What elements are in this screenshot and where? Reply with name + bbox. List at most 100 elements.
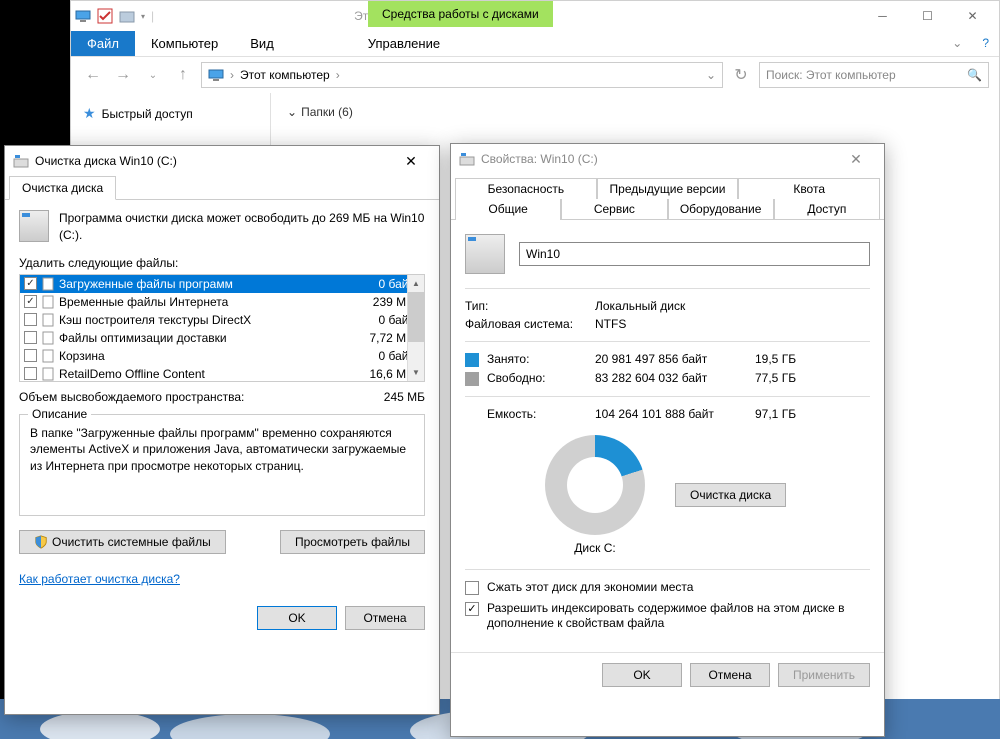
tab-security[interactable]: Безопасность [455,178,597,199]
ribbon-expand-icon[interactable]: ⌄ [942,31,972,56]
used-gb: 19,5 ГБ [755,352,870,367]
disk-cleanup-dialog: Очистка диска Win10 (C:) ✕ Очистка диска… [4,145,440,715]
dropdown-icon[interactable]: ▾ [141,12,145,21]
file-icon [41,331,55,345]
description-legend: Описание [28,407,91,421]
file-icon [41,367,55,381]
folders-header[interactable]: ⌄ Папки (6) [279,101,991,123]
tab-general[interactable]: Общие [455,199,561,219]
file-list-row[interactable]: Файлы оптимизации доставки7,72 МБ [20,329,424,347]
close-button[interactable]: ✕ [836,151,876,168]
tab-previous-versions[interactable]: Предыдущие версии [597,178,739,199]
scroll-thumb[interactable] [408,292,424,342]
minimize-button[interactable]: ─ [860,2,905,30]
drive-icon [465,234,505,274]
how-it-works-link[interactable]: Как работает очистка диска? [19,572,180,586]
apply-button[interactable]: Применить [778,663,870,687]
address-bar[interactable]: › Этот компьютер › ⌄ [201,62,723,88]
sidebar-item-quick-access[interactable]: ★ Быстрый доступ [75,101,266,126]
forward-button[interactable]: → [111,63,135,87]
delete-files-label: Удалить следующие файлы: [19,256,425,270]
tab-sharing[interactable]: Доступ [774,199,880,219]
drive-icon [13,153,29,169]
search-icon[interactable]: 🔍 [967,68,982,82]
file-name: Временные файлы Интернета [59,295,346,309]
address-crumb[interactable]: Этот компьютер [240,68,330,82]
description-group: Описание В папке "Загруженные файлы прог… [19,414,425,516]
drive-icon [459,151,475,167]
tab-tools[interactable]: Сервис [561,199,667,219]
cancel-button[interactable]: Отмена [345,606,425,630]
context-tab-label: Средства работы с дисками [368,1,553,27]
props-tabs: Безопасность Предыдущие версии Квота Общ… [451,174,884,220]
recent-dropdown[interactable]: ⌄ [141,63,165,87]
maximize-button[interactable]: ☐ [905,2,950,30]
folder-icon [119,8,135,24]
file-checkbox[interactable] [24,367,37,380]
file-list-row[interactable]: ✓Временные файлы Интернета239 МБ [20,293,424,311]
ribbon-tabs: Файл Компьютер Вид Управление ⌄ ? [71,31,999,57]
file-checkbox[interactable]: ✓ [24,295,37,308]
close-button[interactable]: ✕ [950,2,995,30]
capacity-gb: 97,1 ГБ [755,407,870,421]
used-color-swatch [465,353,479,367]
tab-view[interactable]: Вид [234,31,290,56]
scroll-up-button[interactable]: ▲ [408,275,424,292]
file-checkbox[interactable] [24,313,37,326]
explorer-titlebar: ▾ | Средства работы с дисками Этот компь… [71,1,999,31]
total-label: Объем высвобождаемого пространства: [19,390,384,404]
file-checkbox[interactable] [24,331,37,344]
index-label: Разрешить индексировать содержимое файло… [487,601,870,632]
tab-file[interactable]: Файл [71,31,135,56]
ok-button[interactable]: OK [257,606,337,630]
cleanup-titlebar[interactable]: Очистка диска Win10 (C:) ✕ [5,146,439,176]
scroll-down-button[interactable]: ▼ [408,364,424,381]
star-icon: ★ [83,105,96,122]
shield-icon [34,535,48,549]
file-list-row[interactable]: Корзина0 байт [20,347,424,365]
props-title: Свойства: Win10 (C:) [481,152,598,166]
sidebar-item-label: Быстрый доступ [102,107,193,121]
tab-hardware[interactable]: Оборудование [668,199,774,219]
volume-name-input[interactable] [519,242,870,266]
file-name: Файлы оптимизации доставки [59,331,346,345]
props-titlebar[interactable]: Свойства: Win10 (C:) ✕ [451,144,884,174]
file-icon [41,295,55,309]
nav-row: ← → ⌄ ↑ › Этот компьютер › ⌄ ↻ Поиск: Эт… [71,57,999,93]
ok-button[interactable]: OK [602,663,682,687]
address-dropdown-icon[interactable]: ⌄ [706,68,716,82]
refresh-button[interactable]: ↻ [729,63,753,87]
free-gb: 77,5 ГБ [755,371,870,386]
file-name: Кэш построителя текстуры DirectX [59,313,346,327]
help-icon[interactable]: ? [972,31,999,56]
file-list-row[interactable]: RetailDemo Offline Content16,6 МБ [20,365,424,382]
file-checkbox[interactable]: ✓ [24,277,37,290]
disk-cleanup-button[interactable]: Очистка диска [675,483,786,507]
back-button[interactable]: ← [81,63,105,87]
cancel-button[interactable]: Отмена [690,663,770,687]
scrollbar[interactable]: ▲ ▼ [407,275,424,381]
compress-checkbox[interactable] [465,581,479,595]
tab-computer[interactable]: Компьютер [135,31,234,56]
file-list-row[interactable]: Кэш построителя текстуры DirectX0 байт [20,311,424,329]
file-name: Загруженные файлы программ [59,277,346,291]
usage-pie-chart [545,435,645,535]
tab-manage[interactable]: Управление [352,31,456,56]
tab-cleanup[interactable]: Очистка диска [9,176,116,200]
tab-quota[interactable]: Квота [738,178,880,199]
file-icon [41,277,55,291]
fs-value: NTFS [595,317,626,331]
search-box[interactable]: Поиск: Этот компьютер 🔍 [759,62,989,88]
clean-system-files-button[interactable]: Очистить системные файлы [19,530,226,554]
file-checkbox[interactable] [24,349,37,362]
file-list-row[interactable]: ✓Загруженные файлы программ0 байт [20,275,424,293]
up-button[interactable]: ↑ [171,63,195,87]
used-bytes: 20 981 497 856 байт [595,352,755,367]
description-text: В папке "Загруженные файлы программ" вре… [30,425,414,505]
view-files-button[interactable]: Просмотреть файлы [280,530,425,554]
index-checkbox[interactable]: ✓ [465,602,479,616]
close-button[interactable]: ✕ [391,153,431,170]
file-icon [41,313,55,327]
capacity-bytes: 104 264 101 888 байт [595,407,755,421]
props-footer: OK Отмена Применить [451,652,884,697]
